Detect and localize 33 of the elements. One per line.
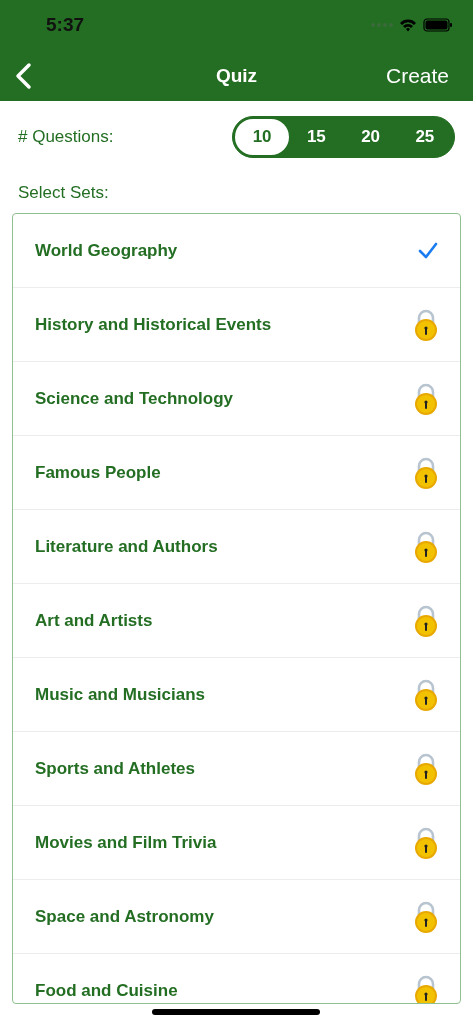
set-row[interactable]: Music and Musicians [13,658,460,732]
set-name: Music and Musicians [35,684,206,705]
set-row[interactable]: Famous People [13,436,460,510]
set-name: Science and Technology [35,388,234,409]
set-name: Art and Artists [35,610,153,631]
set-name: Space and Astronomy [35,906,214,927]
sets-label: Select Sets: [18,183,109,202]
back-button[interactable] [14,61,32,90]
set-name: Literature and Authors [35,536,218,557]
create-button[interactable]: Create [385,63,449,88]
set-row[interactable]: History and Historical Events [13,288,460,362]
battery-icon [423,18,453,32]
set-name: Sports and Athletes [35,758,195,779]
set-row[interactable]: World Geography [13,214,460,288]
questions-label: # Questions: [18,127,114,147]
segment-option[interactable]: 10 [235,119,290,155]
set-name: Famous People [35,462,161,483]
set-row[interactable]: Literature and Authors [13,510,460,584]
wifi-icon [399,18,417,32]
set-row[interactable]: Movies and Film Trivia [13,806,460,880]
set-row[interactable]: Sports and Athletes [13,732,460,806]
set-name: Food and Cuisine [35,980,178,1001]
set-row[interactable]: Art and Artists [13,584,460,658]
set-row[interactable]: Space and Astronomy [13,880,460,954]
segment-option[interactable]: 15 [289,119,344,155]
segment-option[interactable]: 25 [397,119,452,155]
set-row[interactable]: Science and Technology [13,362,460,436]
status-time: 5:37 [46,14,85,36]
set-name: World Geography [35,240,178,261]
set-name: Movies and Film Trivia [35,832,217,853]
set-name: History and Historical Events [35,314,272,335]
segment-option[interactable]: 20 [343,119,398,155]
nav-title: Quiz [215,64,258,87]
